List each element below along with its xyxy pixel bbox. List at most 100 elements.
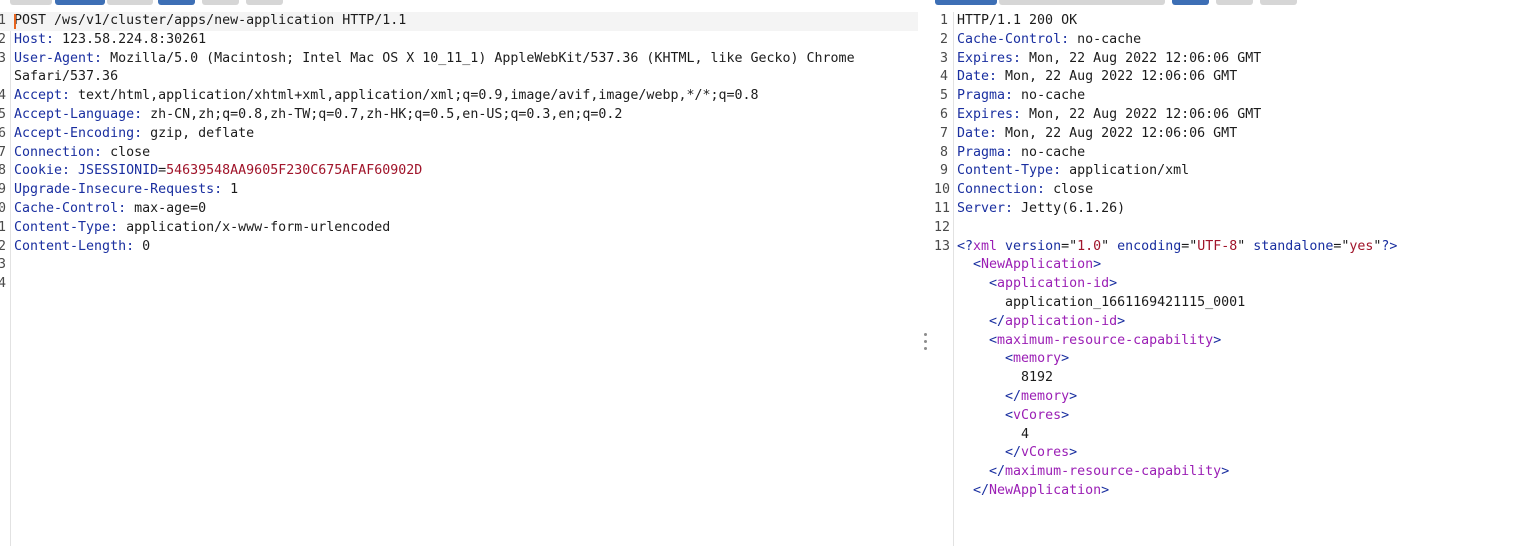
- request-token: Mozilla/5.0 (Macintosh; Intel Mac OS X 1…: [102, 50, 855, 66]
- http-message-viewer: 1 POST /ws/v1/cluster/apps/new-applicatio…: [0, 0, 1529, 546]
- response-line: 9 Content-Type: application/xml: [934, 162, 1529, 181]
- response-token: close: [1045, 182, 1094, 198]
- response-line-number: 7: [939, 125, 948, 141]
- request-line-number: 7: [0, 144, 6, 160]
- response-token: maximum-resource-capability: [1005, 464, 1222, 480]
- request-view-button-2[interactable]: [202, 0, 239, 5]
- request-token: Host:: [14, 31, 55, 47]
- request-line-text: Cookie: JSESSIONID=54639548AA9605F230C67…: [14, 162, 422, 181]
- response-view-button-3[interactable]: [1260, 0, 1297, 5]
- request-line-text: Connection: close: [14, 144, 150, 163]
- response-line: </vCores>: [934, 444, 1529, 463]
- response-token: Expires:: [957, 106, 1022, 122]
- response-token: version: [997, 238, 1062, 254]
- request-line-number: 1: [0, 219, 6, 235]
- response-view-button-2[interactable]: [1216, 0, 1253, 5]
- request-line-number: 3: [0, 257, 6, 273]
- response-line-text: <?xml version="1.0" encoding="UTF-8" sta…: [957, 238, 1397, 257]
- response-line-number: 4: [939, 69, 948, 85]
- request-line: 2 Host: 123.58.224.8:30261: [0, 31, 918, 50]
- response-line: 4: [934, 426, 1529, 445]
- text-caret: [14, 14, 16, 29]
- response-token: <: [957, 407, 1014, 423]
- request-text-area[interactable]: 1 POST /ws/v1/cluster/apps/new-applicatio…: [0, 12, 918, 294]
- request-toolbar-tab-inactive[interactable]: [10, 0, 52, 5]
- request-token: 123.58.224.8:30261: [54, 31, 207, 47]
- request-token: POST /ws/v1/cluster/apps/new-application…: [14, 13, 407, 28]
- response-toolbar-tab-inactive[interactable]: [999, 0, 1165, 5]
- response-view-button-active[interactable]: [1172, 0, 1209, 5]
- response-line-text: Date: Mon, 22 Aug 2022 12:06:06 GMT: [957, 68, 1237, 87]
- request-token: Accept-Language:: [14, 106, 143, 122]
- response-line-number: 11: [934, 200, 951, 216]
- request-view-button-active[interactable]: [158, 0, 195, 5]
- response-line-number: 10: [934, 182, 951, 198]
- response-token: yes: [1349, 238, 1374, 254]
- response-line: <maximum-resource-capability>: [934, 332, 1529, 351]
- response-token: ?>: [1381, 238, 1398, 254]
- request-token: zh-CN,zh;q=0.8,zh-TW;q=0.7,zh-HK;q=0.5,e…: [142, 106, 623, 122]
- response-line: 7 Date: Mon, 22 Aug 2022 12:06:06 GMT: [934, 125, 1529, 144]
- response-line: 5 Pragma: no-cache: [934, 87, 1529, 106]
- response-token: </: [957, 445, 1022, 461]
- response-line: </maximum-resource-capability>: [934, 463, 1529, 482]
- response-token: Mon, 22 Aug 2022 12:06:06 GMT: [1021, 50, 1262, 66]
- response-token: <: [957, 332, 998, 348]
- request-line: 8 Cookie: JSESSIONID=54639548AA9605F230C6…: [0, 162, 918, 181]
- response-line: 8 Pragma: no-cache: [934, 144, 1529, 163]
- pane-splitter-handle[interactable]: [922, 330, 930, 354]
- request-editor[interactable]: 1 POST /ws/v1/cluster/apps/new-applicatio…: [0, 12, 918, 546]
- request-line-text: Upgrade-Insecure-Requests: 1: [14, 181, 238, 200]
- response-token: 8192: [957, 370, 1054, 386]
- response-line: </NewApplication>: [934, 482, 1529, 501]
- response-line: <memory>: [934, 350, 1529, 369]
- response-line-text: <NewApplication>: [957, 256, 1101, 275]
- response-line: 3 Expires: Mon, 22 Aug 2022 12:06:06 GMT: [934, 50, 1529, 69]
- request-line-text: Accept: text/html,application/xhtml+xml,…: [14, 87, 759, 106]
- request-line-number: 3: [0, 50, 6, 66]
- request-line-number: 4: [0, 88, 6, 104]
- response-editor[interactable]: 1 HTTP/1.1 200 OK 2 Cache-Control: no-cache…: [934, 12, 1529, 546]
- request-line-text: Accept-Encoding: gzip, deflate: [14, 125, 254, 144]
- response-token: Mon, 22 Aug 2022 12:06:06 GMT: [997, 69, 1238, 85]
- response-token: <: [957, 257, 982, 273]
- response-line-text: </maximum-resource-capability>: [957, 463, 1229, 482]
- response-line: 10 Connection: close: [934, 181, 1529, 200]
- request-toolbar-tab-inactive-2[interactable]: [107, 0, 153, 5]
- request-line: 6 Accept-Encoding: gzip, deflate: [0, 125, 918, 144]
- request-line: 3: [0, 256, 918, 275]
- response-token: Jetty(6.1.26): [1013, 200, 1126, 216]
- response-toolbar-tab-active[interactable]: [935, 0, 997, 5]
- response-token: Cache-Control:: [957, 31, 1070, 47]
- response-line-text: <vCores>: [957, 407, 1069, 426]
- request-token: gzip, deflate: [142, 125, 255, 141]
- request-line-number: 8: [0, 163, 6, 179]
- response-token: application_1661169421115_0001: [957, 294, 1246, 310]
- response-line-text: 8192: [957, 369, 1053, 388]
- request-line-text: Host: 123.58.224.8:30261: [14, 31, 206, 50]
- request-token: Content-Type:: [14, 219, 119, 235]
- response-token: Expires:: [957, 50, 1022, 66]
- request-line-number: 4: [0, 276, 6, 292]
- response-line-text: 4: [957, 426, 1029, 445]
- response-line: 11 Server: Jetty(6.1.26): [934, 200, 1529, 219]
- response-token: >: [1109, 276, 1118, 292]
- response-token: encoding: [1109, 238, 1182, 254]
- request-token: text/html,application/xhtml+xml,applicat…: [70, 88, 759, 104]
- response-token: Date:: [957, 125, 998, 141]
- response-line: <application-id>: [934, 275, 1529, 294]
- request-toolbar-tab-active[interactable]: [55, 0, 105, 5]
- response-token: >: [1061, 407, 1070, 423]
- request-line: 9 Upgrade-Insecure-Requests: 1: [0, 181, 918, 200]
- response-line-number: 5: [939, 88, 948, 104]
- response-line-number: 1: [939, 13, 948, 28]
- response-token: application/xml: [1061, 163, 1190, 179]
- splitter-dot: [924, 347, 927, 350]
- response-line: 1 HTTP/1.1 200 OK: [934, 12, 1529, 31]
- response-line-number: 9: [939, 163, 948, 179]
- response-line-text: HTTP/1.1 200 OK: [957, 12, 1077, 31]
- response-text-area[interactable]: 1 HTTP/1.1 200 OK 2 Cache-Control: no-cache…: [934, 12, 1529, 501]
- response-token: UTF-8: [1197, 238, 1238, 254]
- request-view-button-3[interactable]: [246, 0, 283, 5]
- response-token: >: [1117, 313, 1126, 329]
